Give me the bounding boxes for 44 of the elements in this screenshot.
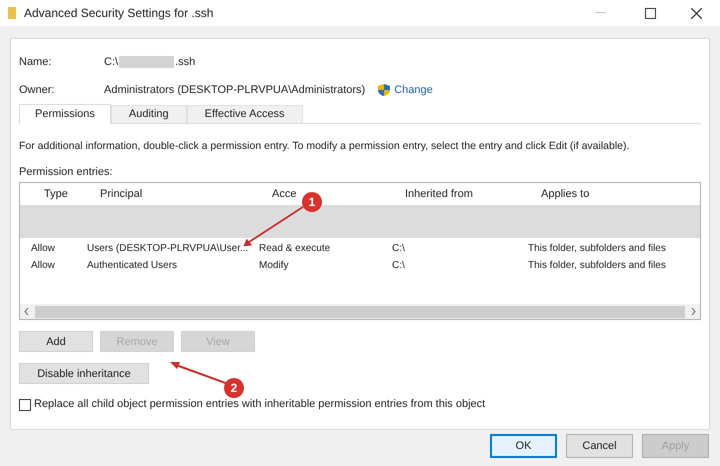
- tab[interactable]: Effective Access: [186, 105, 303, 123]
- scroll-left-icon[interactable]: [24, 308, 29, 316]
- column-header[interactable]: Acce: [272, 188, 296, 200]
- close-icon[interactable]: [691, 8, 702, 18]
- checkbox[interactable]: [19, 398, 31, 410]
- table-cell: C:\: [392, 243, 405, 254]
- table-cell: C:\: [392, 260, 405, 272]
- scroll-right-icon[interactable]: [691, 308, 696, 316]
- table-cell: Users (DESKTOP-PLRVPUA\User...: [87, 243, 248, 254]
- window-title: Advanced Security Settings for .ssh: [24, 5, 214, 22]
- field-label: Name:: [19, 54, 52, 70]
- info-text: For additional information, double-click a permission entry. To modify a permission entry, select the entry and click Edit (if available).: [19, 139, 630, 154]
- table-cell: This folder, subfolders and files: [528, 260, 666, 272]
- table-cell: Read & execute: [259, 243, 330, 254]
- field-label: Owner:: [19, 82, 56, 98]
- column-header[interactable]: Type: [44, 188, 68, 200]
- shield-icon: [377, 83, 392, 97]
- checkbox-label: Replace all child object permission entries with inheritable permission entries from this object: [34, 397, 486, 412]
- change-link[interactable]: Change: [394, 82, 433, 98]
- column-header[interactable]: Principal: [100, 188, 142, 200]
- permission-row[interactable]: Allow Authenticated Users Modify C:\ This folder, subfolders and files: [20, 257, 700, 274]
- table-cell: Allow: [31, 260, 55, 272]
- column-header[interactable]: Applies to: [541, 188, 590, 200]
- owner-value: Administrators (DESKTOP-PLRVPUA\Administrators): [104, 82, 366, 98]
- tab[interactable]: Permissions: [19, 104, 111, 124]
- horizontal-scrollbar[interactable]: [20, 304, 700, 320]
- section-label: Permission entries:: [19, 164, 114, 180]
- redaction-block: [119, 56, 174, 68]
- maximize-icon[interactable]: [645, 8, 656, 18]
- disable-inheritance-button[interactable]: Disable inheritance: [19, 363, 149, 384]
- dialog-button[interactable]: Cancel: [566, 434, 633, 458]
- table-cell: Authenticated Users: [87, 260, 178, 272]
- column-header[interactable]: Inherited from: [405, 188, 473, 200]
- table-cell: This folder, subfolders and files: [528, 243, 666, 254]
- folder-icon: [8, 7, 16, 19]
- tab[interactable]: Auditing: [110, 105, 187, 123]
- path-text: .ssh: [175, 54, 196, 70]
- scrollbar-thumb[interactable]: [35, 306, 685, 318]
- table-cell: Modify: [259, 260, 288, 272]
- table-cell: Allow: [31, 243, 55, 254]
- action-button[interactable]: Add: [19, 331, 93, 352]
- path-text: C:\: [104, 54, 118, 70]
- dialog-button[interactable]: OK: [490, 434, 557, 458]
- permission-row[interactable]: Allow Users (DESKTOP-PLRVPUA\User... Read & execute C:\ This folder, subfolders and files: [20, 240, 700, 258]
